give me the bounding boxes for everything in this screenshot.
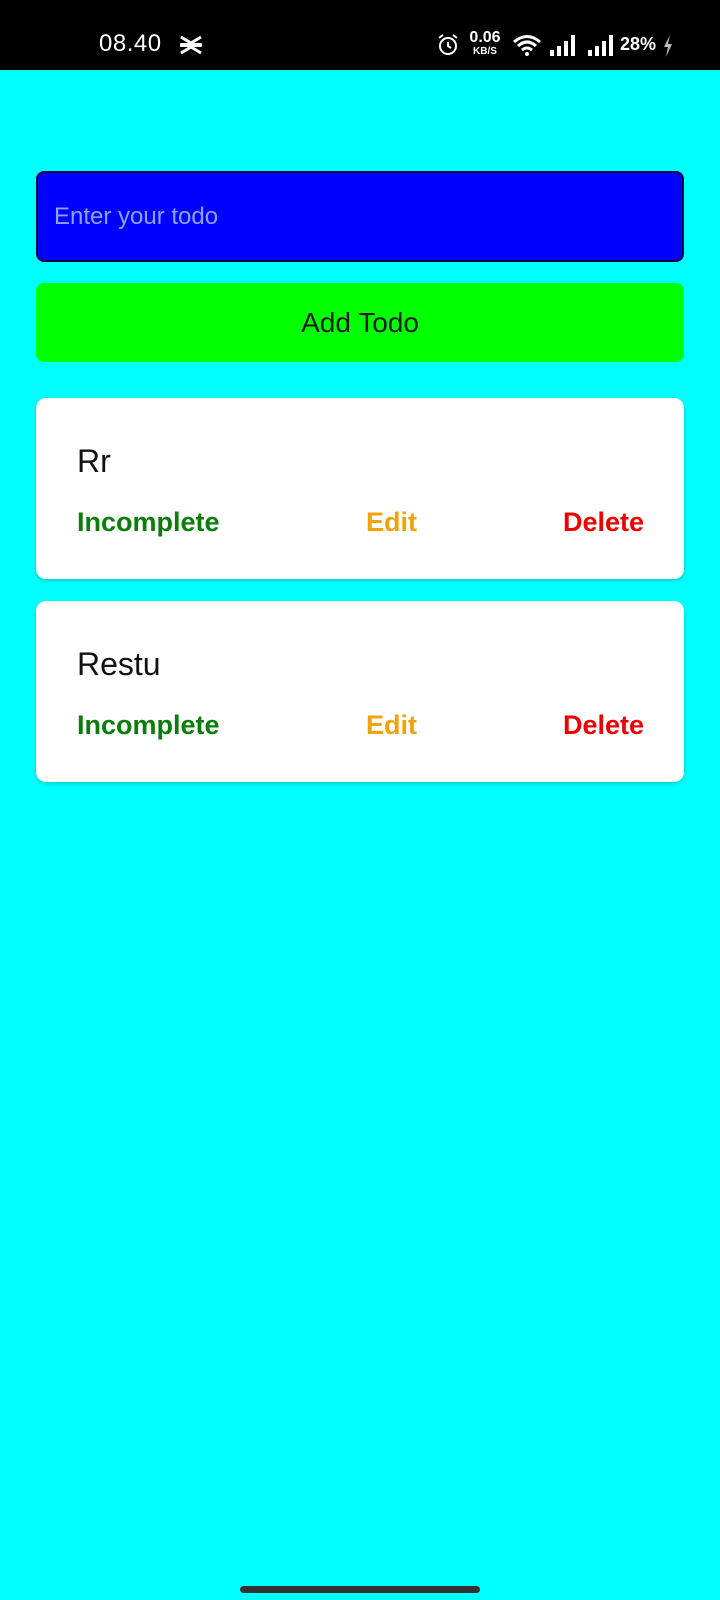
home-indicator[interactable] [240, 1586, 480, 1593]
todo-title: Restu [77, 646, 161, 682]
wifi-icon [513, 35, 541, 56]
edit-button[interactable]: Edit [366, 507, 417, 538]
signal-icon [550, 35, 575, 56]
add-todo-button[interactable]: Add Todo [36, 283, 684, 362]
toggle-status-button[interactable]: Incomplete [77, 710, 220, 741]
todo-list: Rr Incomplete Edit Delete Restu Incomple… [36, 398, 684, 804]
toggle-status-button[interactable]: Incomplete [77, 507, 220, 538]
capcut-icon [180, 35, 202, 55]
alarm-icon [438, 34, 458, 55]
status-time: 08.40 [99, 30, 162, 57]
battery-level: 28% [620, 34, 657, 54]
edit-button[interactable]: Edit [366, 710, 417, 741]
delete-button[interactable]: Delete [563, 710, 644, 741]
delete-button[interactable]: Delete [563, 507, 644, 538]
charging-icon [664, 35, 672, 57]
network-speed-unit: KB/S [473, 46, 497, 57]
todo-card: Rr Incomplete Edit Delete [36, 398, 684, 579]
network-speed: 0.06 KB/S [467, 30, 503, 57]
todo-input[interactable] [36, 171, 684, 262]
network-speed-value: 0.06 [469, 29, 501, 46]
status-bar: 08.40 0.06 KB/S 28% [0, 0, 720, 70]
todo-card: Restu Incomplete Edit Delete [36, 601, 684, 782]
signal-icon [588, 35, 613, 56]
todo-title: Rr [77, 443, 111, 479]
